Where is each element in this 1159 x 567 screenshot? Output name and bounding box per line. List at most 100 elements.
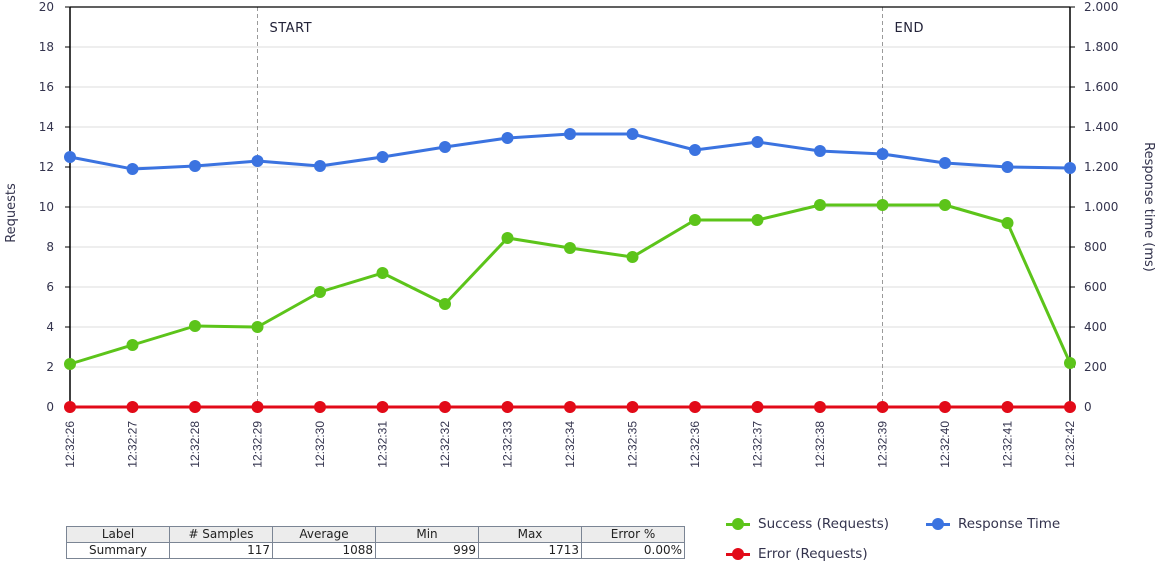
col-average: Average bbox=[272, 526, 376, 543]
data-point-response-time bbox=[314, 160, 326, 172]
data-point-success-requests bbox=[251, 321, 264, 333]
y-tick-label: 12 bbox=[39, 160, 54, 174]
data-point-success-requests bbox=[1001, 217, 1014, 229]
data-point-error-requests bbox=[376, 401, 389, 413]
data-point-error-requests bbox=[626, 401, 639, 413]
data-point-error-requests bbox=[314, 401, 326, 413]
x-tick-label: 12:32:42 bbox=[1063, 421, 1077, 468]
legend-label: Error (Requests) bbox=[758, 546, 868, 562]
y-tick-label: 4 bbox=[46, 320, 54, 334]
data-point-error-requests bbox=[1064, 401, 1076, 413]
data-point-response-time bbox=[1001, 161, 1014, 173]
col-max: Max bbox=[478, 526, 582, 543]
series-line-success-requests bbox=[69, 203, 1072, 366]
y-tick-label: 2 bbox=[46, 360, 54, 374]
data-point-success-requests bbox=[751, 214, 764, 226]
x-tick-label: 12:32:34 bbox=[563, 421, 577, 468]
x-tick-label: 12:32:41 bbox=[1001, 421, 1015, 468]
y-tick-label: 14 bbox=[39, 120, 54, 134]
data-point-error-requests bbox=[876, 401, 889, 413]
data-point-response-time bbox=[939, 157, 951, 169]
data-point-success-requests bbox=[939, 199, 951, 211]
data-point-success-requests bbox=[626, 251, 639, 263]
data-point-response-time bbox=[189, 160, 201, 172]
chart: START END 0246810121416182002004006008001… bbox=[4, 0, 1156, 468]
data-point-success-requests bbox=[501, 232, 514, 244]
x-tick-label: 12:32:26 bbox=[63, 421, 77, 468]
y-tick-label: 8 bbox=[46, 240, 54, 254]
data-point-error-requests bbox=[751, 401, 764, 413]
legend-item-success[interactable]: Success (Requests) bbox=[726, 514, 889, 534]
annotation-label: END bbox=[895, 21, 924, 36]
x-tick-label: 12:32:28 bbox=[188, 421, 202, 468]
x-tick-label: 12:32:31 bbox=[376, 421, 390, 468]
data-point-response-time bbox=[501, 132, 514, 144]
y2-axis-title: Response time (ms) bbox=[1141, 142, 1156, 272]
y2-tick-label: 2.000 bbox=[1084, 0, 1118, 14]
table-row: Summary 117 1088 999 1713 0.00% bbox=[66, 542, 685, 559]
x-tick-label: 12:32:38 bbox=[813, 421, 827, 468]
y2-tick-label: 0 bbox=[1084, 400, 1092, 414]
data-point-response-time bbox=[814, 145, 826, 157]
x-tick-label: 12:32:33 bbox=[501, 421, 515, 468]
legend-item-response-time[interactable]: Response Time bbox=[926, 514, 1060, 534]
data-point-error-requests bbox=[64, 401, 76, 413]
data-point-error-requests bbox=[689, 401, 701, 413]
grid-lines bbox=[70, 6, 1070, 408]
cell-max: 1713 bbox=[478, 542, 582, 559]
col-samples: # Samples bbox=[169, 526, 273, 543]
data-point-error-requests bbox=[501, 401, 514, 413]
x-tick-label: 12:32:29 bbox=[251, 421, 265, 468]
data-point-response-time bbox=[64, 151, 76, 163]
data-point-success-requests bbox=[689, 214, 701, 226]
y-tick-label: 10 bbox=[39, 200, 54, 214]
data-point-error-requests bbox=[126, 401, 139, 413]
x-tick-label: 12:32:37 bbox=[751, 421, 765, 468]
data-point-response-time bbox=[876, 148, 889, 160]
data-point-success-requests bbox=[876, 199, 889, 211]
data-point-success-requests bbox=[189, 320, 201, 332]
data-point-error-requests bbox=[251, 401, 264, 413]
data-point-response-time bbox=[376, 151, 389, 163]
data-point-error-requests bbox=[814, 401, 826, 413]
data-point-response-time bbox=[251, 155, 264, 167]
y2-tick-label: 400 bbox=[1084, 320, 1107, 334]
x-tick-label: 12:32:30 bbox=[313, 421, 327, 468]
y2-tick-label: 1.000 bbox=[1084, 200, 1118, 214]
legend: Success (Requests) Response Time Error (… bbox=[726, 512, 1106, 566]
data-point-success-requests bbox=[64, 358, 76, 370]
legend-label: Response Time bbox=[958, 516, 1061, 532]
x-tick-label: 12:32:39 bbox=[876, 421, 890, 468]
col-error-pct: Error % bbox=[581, 526, 685, 543]
data-point-response-time bbox=[1064, 162, 1076, 174]
data-point-error-requests bbox=[1001, 401, 1014, 413]
legend-label: Success (Requests) bbox=[758, 516, 890, 532]
data-point-success-requests bbox=[314, 286, 326, 298]
y2-tick-label: 1.600 bbox=[1084, 80, 1118, 94]
axes: 0246810121416182002004006008001.0001.200… bbox=[39, 0, 1119, 468]
data-point-response-time bbox=[689, 144, 701, 156]
cell-samples: 117 bbox=[169, 542, 273, 559]
annotation-label: START bbox=[270, 21, 313, 36]
data-point-success-requests bbox=[564, 242, 576, 254]
y-tick-label: 16 bbox=[39, 80, 54, 94]
legend-error-marker-icon bbox=[726, 548, 750, 560]
col-label: Label bbox=[66, 526, 170, 543]
data-point-response-time bbox=[626, 128, 639, 140]
cell-label: Summary bbox=[66, 542, 170, 559]
legend-success-marker-icon bbox=[726, 518, 750, 530]
data-point-success-requests bbox=[1064, 357, 1076, 369]
cell-error-pct: 0.00% bbox=[581, 542, 685, 559]
data-point-response-time bbox=[751, 136, 764, 148]
x-tick-label: 12:32:35 bbox=[626, 421, 640, 468]
data-point-success-requests bbox=[814, 199, 826, 211]
series bbox=[64, 128, 1076, 413]
data-point-error-requests bbox=[564, 401, 576, 413]
y-axis-title: Requests bbox=[4, 183, 19, 243]
y2-tick-label: 1.800 bbox=[1084, 40, 1118, 54]
data-point-error-requests bbox=[439, 401, 451, 413]
x-tick-label: 12:32:32 bbox=[438, 421, 452, 468]
data-point-response-time bbox=[564, 128, 576, 140]
legend-response-time-marker-icon bbox=[926, 518, 950, 530]
legend-item-error[interactable]: Error (Requests) bbox=[726, 544, 868, 564]
